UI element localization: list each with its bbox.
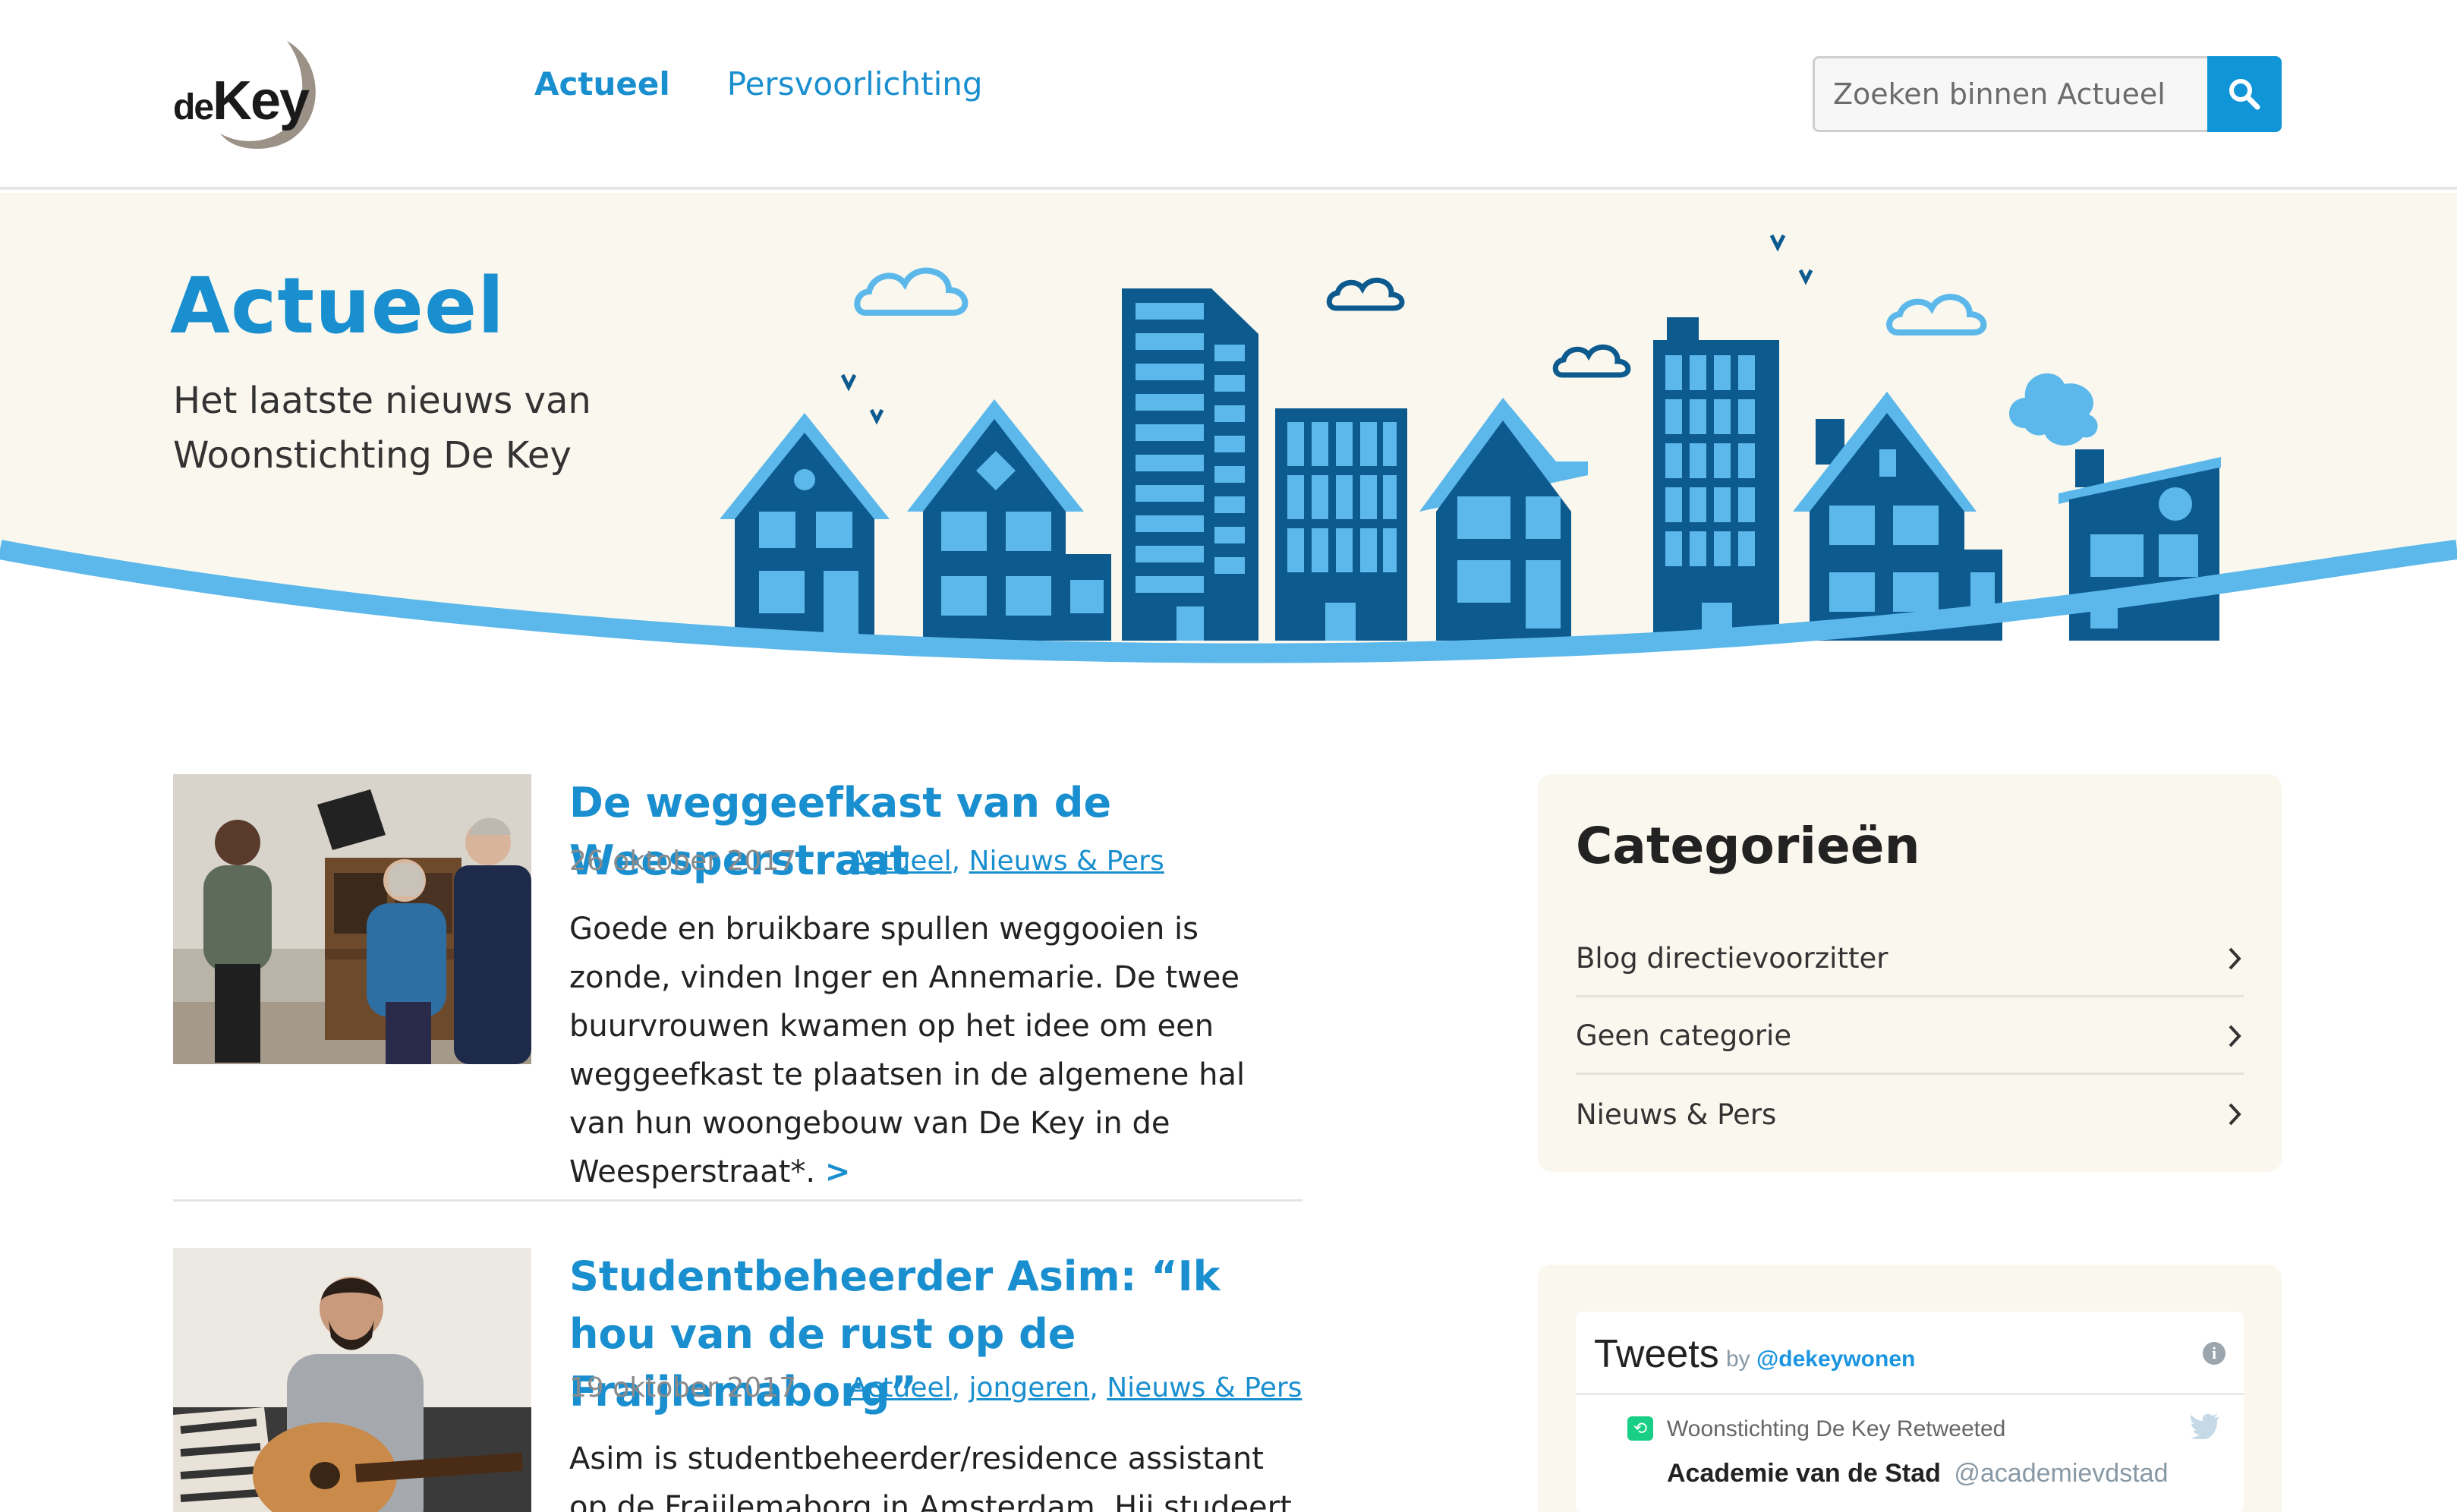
category-item-geen-categorie[interactable]: Geen categorie [1576,999,2244,1075]
category-link[interactable]: Actueel [849,1372,952,1403]
twitter-bird-icon[interactable] [2191,1413,2221,1439]
article-thumbnail[interactable] [173,774,531,1064]
category-link[interactable]: Actueel [849,846,952,877]
search-input[interactable] [1813,56,2207,132]
chevron-right-icon [2229,1103,2241,1126]
article-photo-asim [173,1248,531,1512]
chevron-right-icon [2229,947,2241,969]
retweet-label: Woonstichting De Key Retweeted [1667,1416,2006,1441]
tweets-by-label: by [1726,1347,1750,1372]
article-item: De weggeefkast van de Weesperstraat 26 o… [173,774,1303,1189]
hero-banner: Actueel Het laatste nieuws van Woonstich… [0,193,2457,671]
subtitle-line-2: Woonstichting De Key [173,434,572,477]
category-item-blog[interactable]: Blog directievoorzitter [1576,921,2244,997]
tweets-header: Tweets by @dekeywonen i [1576,1312,2244,1395]
categories-widget: Categorieën Blog directievoorzitter Geen… [1538,774,2282,1172]
twitter-timeline: Tweets by @dekeywonen i ⟲ Woonstichting … [1576,1312,2244,1512]
logo-wordmark: deKey [173,70,310,132]
tweets-widget: Tweets by @dekeywonen i ⟲ Woonstichting … [1538,1265,2282,1512]
article-excerpt: Asim is studentbeheerder/residence assis… [569,1441,1292,1512]
article-divider [173,1199,1303,1202]
cloud-icon [854,267,1987,335]
logo-key: Key [213,71,310,131]
category-label: Blog directievoorzitter [1576,942,1888,975]
article-thumbnail[interactable] [173,1248,531,1512]
nav-persvoorlichting[interactable]: Persvoorlichting [727,65,983,102]
page-subtitle: Het laatste nieuws van Woonstichting De … [173,373,628,483]
article-excerpt: Goede en bruikbare spullen weggooien is … [569,905,1303,1196]
info-icon[interactable]: i [2203,1342,2225,1365]
page-title: Actueel [170,261,506,351]
article-meta: 26 oktober 2017 Actueel, Nieuws & Pers [569,846,1164,877]
chevron-right-icon [2229,1025,2241,1047]
main-nav: Actueel Persvoorlichting [534,65,983,102]
category-link[interactable]: jongeren [969,1372,1090,1403]
category-label: Geen categorie [1576,1019,1792,1052]
excerpt-text: Goede en bruikbare spullen weggooien is … [569,912,1246,1189]
search-button[interactable] [2207,56,2282,132]
read-more-chevron-icon[interactable]: > [825,1154,851,1189]
dekey-logo[interactable]: deKey [173,35,325,156]
article-meta: 19 oktober 2017 Actueel, jongeren, Nieuw… [569,1372,1302,1403]
tweets-by: by @dekeywonen [1726,1347,1915,1372]
separator: , [951,1372,969,1403]
site-header: deKey Actueel Persvoorlichting [0,0,2457,190]
small-cloud-icon [1326,277,1631,378]
subtitle-line-1: Het laatste nieuws van [173,380,591,422]
category-item-nieuws-pers[interactable]: Nieuws & Pers [1576,1076,2244,1152]
tower-3 [1653,317,1779,641]
article-date: 26 oktober 2017 [569,846,797,877]
category-label: Nieuws & Pers [1576,1098,1777,1131]
tweet-author[interactable]: Academie van de Stad @academievdstad [1667,1459,2169,1488]
logo-de: de [173,87,214,128]
house-3 [1419,398,1588,641]
nav-actueel[interactable]: Actueel [534,65,670,102]
article-date: 19 oktober 2017 [569,1372,797,1403]
tweet-author-name: Academie van de Stad [1667,1459,1941,1488]
tower-2 [1275,408,1407,641]
retweet-icon: ⟲ [1627,1416,1653,1441]
separator: , [1089,1372,1107,1403]
tweet-author-handle: @academievdstad [1954,1459,2169,1488]
article-item: Studentbeheerder Asim: “Ik hou van de ru… [173,1248,1303,1512]
tower-1 [1122,288,1258,641]
category-link[interactable]: Nieuws & Pers [1107,1372,1302,1403]
categories-title: Categorieën [1576,817,1920,875]
category-link[interactable]: Nieuws & Pers [969,846,1164,877]
tweets-title: Tweets [1594,1332,1719,1376]
house-2 [907,399,1111,641]
search-icon [2229,79,2260,110]
separator: , [951,846,969,877]
article-photo-weggeefkast [173,774,531,1064]
search-form [1813,56,2282,132]
house-1 [720,413,890,641]
tweets-handle-link[interactable]: @dekeywonen [1756,1347,1915,1372]
